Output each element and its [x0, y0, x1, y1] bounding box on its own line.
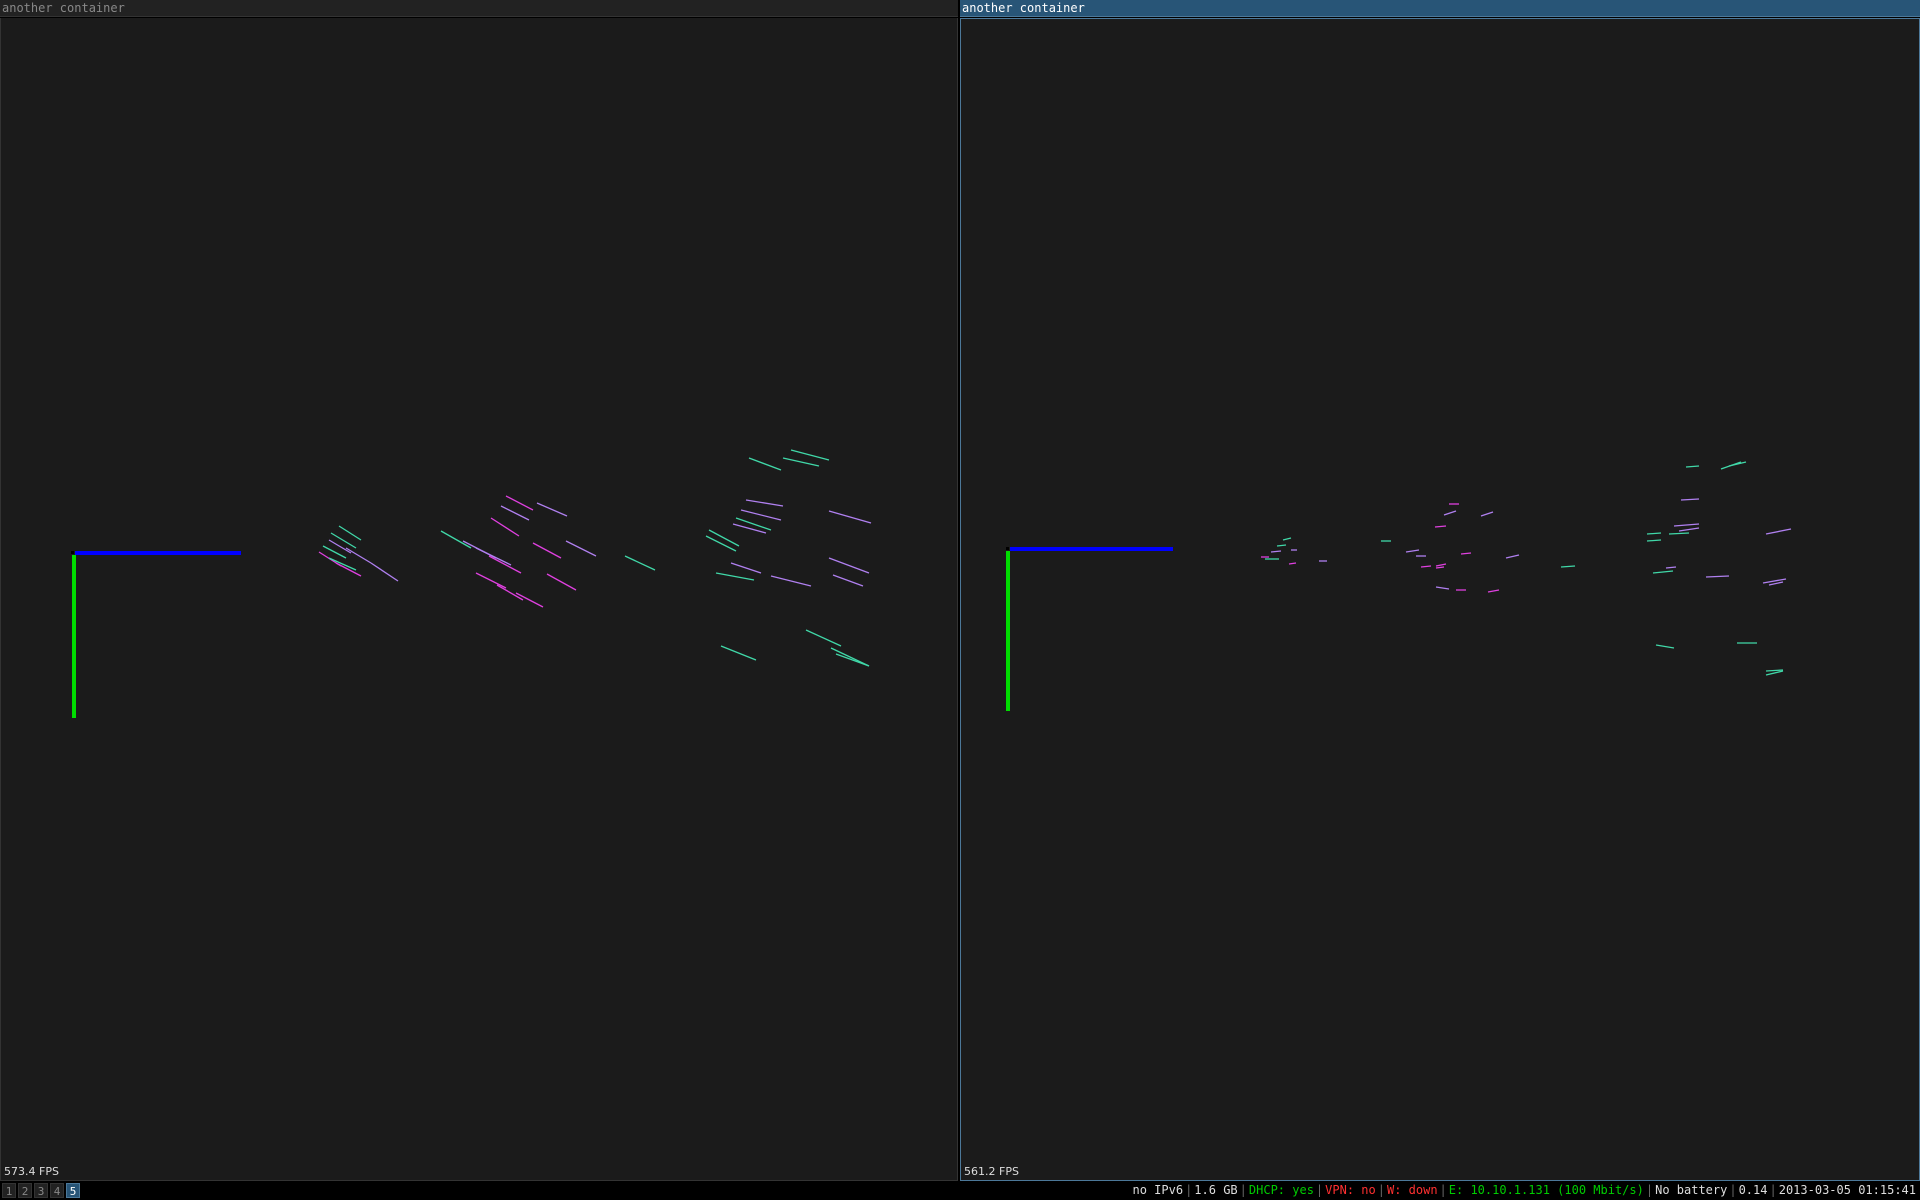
- right-window-title[interactable]: another container: [960, 0, 1920, 17]
- workspace-3-button[interactable]: 3: [34, 1183, 48, 1198]
- left-line-segments: [318, 449, 872, 667]
- separator: |: [1239, 1183, 1247, 1197]
- separator: |: [1729, 1183, 1737, 1197]
- separator: |: [1769, 1183, 1777, 1197]
- left-scene: [71, 449, 872, 718]
- disk-status: 1.6 GB: [1194, 1183, 1238, 1197]
- separator: |: [1377, 1183, 1385, 1197]
- left-window[interactable]: another container 573.4 FPS: [0, 0, 958, 1181]
- separator: |: [1439, 1183, 1447, 1197]
- right-fps-counter: 561.2 FPS: [964, 1165, 1019, 1178]
- workspace-buttons: 1 2 3 4 5: [2, 1183, 80, 1198]
- status-segments: no IPv6 | 1.6 GB | DHCP: yes | VPN: no |…: [1132, 1181, 1916, 1200]
- workspace-1-button[interactable]: 1: [2, 1183, 16, 1198]
- left-gl-canvas[interactable]: 573.4 FPS: [0, 18, 958, 1181]
- separator: |: [1185, 1183, 1193, 1197]
- workspace-5-button[interactable]: 5: [66, 1183, 80, 1198]
- axis-origin: [1006, 547, 1009, 550]
- status-bar: 1 2 3 4 5 no IPv6 | 1.6 GB | DHCP: yes |…: [0, 1181, 1920, 1200]
- right-line-segments: [1261, 461, 1792, 676]
- separator: |: [1645, 1183, 1654, 1197]
- axis-origin: [71, 551, 74, 554]
- right-scene: [1006, 461, 1792, 711]
- battery-status: No battery: [1655, 1183, 1728, 1197]
- ipv6-status: no IPv6: [1132, 1183, 1184, 1197]
- right-gl-canvas[interactable]: 561.2 FPS: [960, 18, 1920, 1181]
- left-fps-counter: 573.4 FPS: [4, 1165, 59, 1178]
- ethernet-status: E: 10.10.1.131 (100 Mbit/s): [1448, 1183, 1644, 1197]
- datetime-status: 2013-03-05 01:15:41: [1778, 1183, 1916, 1197]
- vpn-status: VPN: no: [1325, 1183, 1376, 1197]
- workspace-4-button[interactable]: 4: [50, 1183, 64, 1198]
- right-window[interactable]: another container 561.2 FPS: [960, 0, 1920, 1181]
- dhcp-status: DHCP: yes: [1248, 1183, 1314, 1197]
- load-status: 0.14: [1738, 1183, 1768, 1197]
- separator: |: [1315, 1183, 1324, 1197]
- wireless-status: W: down: [1386, 1183, 1438, 1197]
- workspace-2-button[interactable]: 2: [18, 1183, 32, 1198]
- left-window-title[interactable]: another container: [0, 0, 958, 17]
